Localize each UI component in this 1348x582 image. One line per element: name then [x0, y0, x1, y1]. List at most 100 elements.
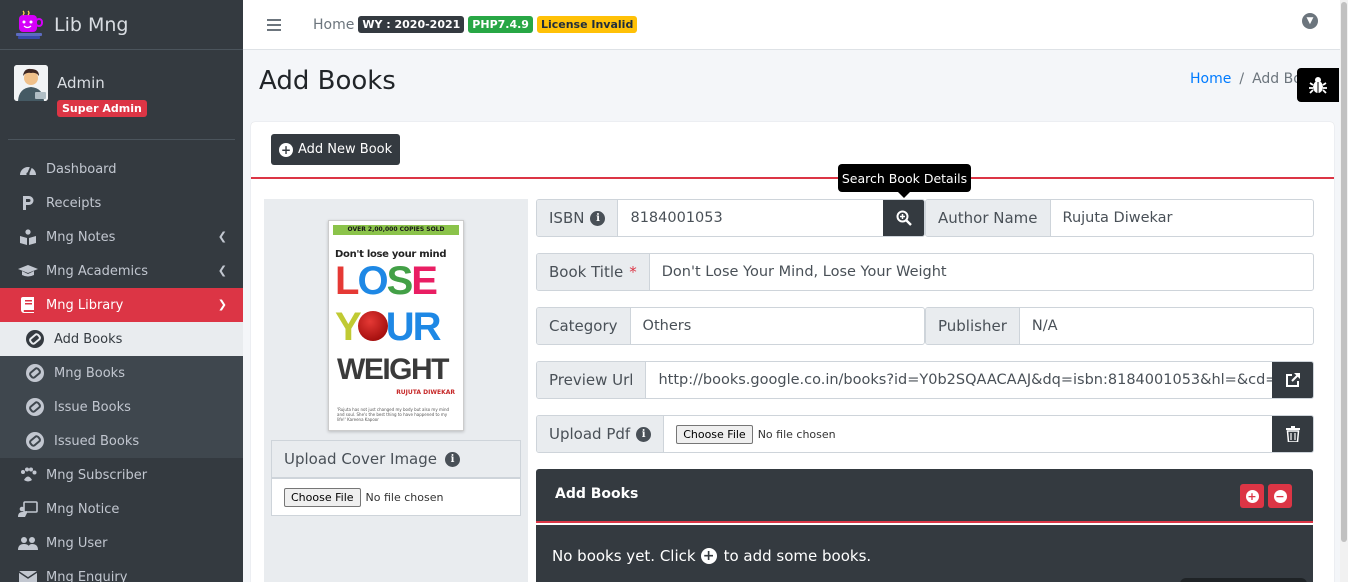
plus-circle-icon[interactable]: + [700, 548, 717, 564]
sidebar-item-user[interactable]: Mng User [0, 526, 243, 560]
sidebar-subitem-issued-books[interactable]: Issued Books [0, 424, 243, 458]
file-status: No file chosen [365, 490, 444, 504]
publisher-input[interactable]: N/A [1020, 308, 1313, 344]
choose-file-button[interactable]: Choose File [284, 487, 361, 507]
books-panel-header: Add Books + − [536, 469, 1313, 523]
sidebar: Lib Mng Admin Super Admin Dashboard Rece… [0, 0, 243, 582]
choose-file-button[interactable]: Choose File [676, 424, 753, 444]
sidebar-item-notes[interactable]: Mng Notes ❮ [0, 220, 243, 254]
sidebar-item-label: Mng Library [46, 297, 124, 313]
title-input[interactable]: Don't Lose Your Mind, Lose Your Weight [650, 254, 1313, 290]
pdf-file-input[interactable]: Choose File No file chosen [664, 416, 1272, 452]
sidebar-item-subscriber[interactable]: Mng Subscriber [0, 458, 243, 492]
preview-label: Preview Url [537, 362, 647, 398]
sidebar-item-label: Mng Notes [46, 229, 116, 245]
top-navbar: Home WY : 2020-2021 PHP7.4.9 License Inv… [243, 0, 1340, 50]
add-new-book-button[interactable]: + Add New Book [271, 134, 401, 165]
sidebar-item-label: Mng Enquiry [46, 569, 128, 582]
cover-strip: OVER 2,00,000 COPIES SOLD [333, 225, 459, 235]
remove-book-row-button[interactable]: − [1268, 484, 1292, 508]
author-input[interactable]: Rujuta Diwekar [1051, 200, 1313, 236]
title-field-group: Book Title * Don't Lose Your Mind, Lose … [536, 253, 1314, 291]
title-label-text: Book Title [549, 263, 624, 281]
books-panel-body: No books yet. Click + to add some books. [536, 525, 1313, 582]
cover-lose-letter: S [386, 259, 414, 303]
link-icon [26, 330, 44, 348]
sidebar-item-label: Mng User [46, 535, 108, 551]
sidebar-item-enquiry[interactable]: Mng Enquiry [0, 560, 243, 582]
breadcrumb-home-link[interactable]: Home [1190, 71, 1231, 87]
search-tooltip: Search Book Details [838, 164, 971, 198]
cover-weight: WEIGHT [337, 353, 450, 386]
role-badge: Super Admin [57, 100, 147, 117]
sidebar-item-academics[interactable]: Mng Academics ❮ [0, 254, 243, 288]
menu-toggle-icon[interactable] [267, 18, 281, 31]
sidebar-item-library[interactable]: Mng Library ❯ [0, 288, 243, 322]
apple-icon [357, 311, 388, 342]
cover-author: RUJUTA DIWEKAR [396, 389, 455, 396]
brand-name: Lib Mng [54, 13, 129, 36]
info-icon[interactable]: i [636, 426, 652, 442]
sidebar-subitem-issue-books[interactable]: Issue Books [0, 390, 243, 424]
books-panel-title: Add Books [555, 486, 639, 502]
brand[interactable]: Lib Mng [0, 0, 243, 50]
pdf-field-group: Upload Pdf i Choose File No file chosen [536, 415, 1314, 453]
chevron-down-circle-icon[interactable]: ▼ [1302, 13, 1318, 29]
sidebar-item-label: Dashboard [46, 161, 117, 177]
bug-report-button[interactable] [1297, 68, 1339, 102]
author-label: Author Name [926, 200, 1051, 236]
external-link-icon [1285, 373, 1300, 387]
sidebar-item-label: Receipts [46, 195, 102, 211]
sidebar-item-notice[interactable]: Mng Notice [0, 492, 243, 526]
brand-logo-icon [14, 9, 46, 41]
category-field-group: Category Others [536, 307, 925, 345]
info-icon[interactable]: i [590, 210, 606, 226]
preview-url-input[interactable]: http://books.google.co.in/books?id=Y0b2S… [646, 362, 1272, 398]
empty-state-pre: No books yet. Click [552, 547, 696, 565]
info-icon[interactable]: i [445, 451, 460, 467]
page-scrollbar[interactable] [1340, 0, 1348, 582]
sidebar-item-dashboard[interactable]: Dashboard [0, 152, 243, 186]
floating-element [1180, 578, 1307, 582]
isbn-label: ISBN i [537, 200, 619, 236]
minus-circle-icon: − [1273, 489, 1287, 503]
user-name[interactable]: Admin [57, 74, 105, 92]
sidebar-subitem-mng-books[interactable]: Mng Books [0, 356, 243, 390]
sidebar-subitem-label: Mng Books [54, 365, 125, 381]
empty-state-message: No books yet. Click + to add some books. [552, 547, 871, 565]
add-book-row-button[interactable]: + [1240, 484, 1264, 508]
link-icon [26, 364, 44, 382]
search-book-button[interactable] [883, 200, 924, 236]
book-cover-image: OVER 2,00,000 COPIES SOLD Don't lose you… [328, 220, 464, 431]
avatar[interactable] [14, 65, 48, 101]
breadcrumb-current: Add Books [1252, 71, 1297, 87]
file-status: No file chosen [757, 427, 836, 441]
search-plus-icon [896, 210, 912, 226]
scrollbar-thumb[interactable] [1341, 2, 1347, 542]
open-preview-button[interactable] [1272, 362, 1313, 398]
required-marker: * [629, 263, 637, 281]
upload-cover-file-input[interactable]: Choose File No file chosen [271, 478, 521, 516]
sidebar-subitem-label: Add Books [54, 331, 123, 347]
sidebar-item-label: Mng Academics [46, 263, 149, 279]
preview-field-group: Preview Url http://books.google.co.in/bo… [536, 361, 1314, 399]
breadcrumb-separator: / [1239, 71, 1245, 87]
isbn-input[interactable]: 8184001053 [618, 200, 883, 236]
chalkboard-teacher-icon [18, 501, 38, 517]
sidebar-item-receipts[interactable]: Receipts [0, 186, 243, 220]
pdf-label-text: Upload Pdf [549, 425, 631, 443]
paw-icon [18, 467, 38, 483]
book-reader-icon [18, 229, 38, 245]
plus-circle-icon: + [279, 142, 293, 157]
category-input[interactable]: Others [631, 308, 924, 344]
cover-lose-letter: O [357, 259, 388, 303]
plus-circle-icon: + [1245, 489, 1259, 503]
empty-state-post: to add some books. [723, 547, 872, 565]
cover-your-y: Y [335, 305, 362, 349]
link-icon [26, 398, 44, 416]
sidebar-subitem-add-books[interactable]: Add Books [0, 322, 243, 356]
top-home-link[interactable]: Home [313, 17, 354, 33]
upload-cover-label: Upload Cover Image i [271, 440, 521, 478]
year-badge: WY : 2020-2021 [358, 16, 465, 33]
delete-pdf-button[interactable] [1272, 416, 1313, 452]
